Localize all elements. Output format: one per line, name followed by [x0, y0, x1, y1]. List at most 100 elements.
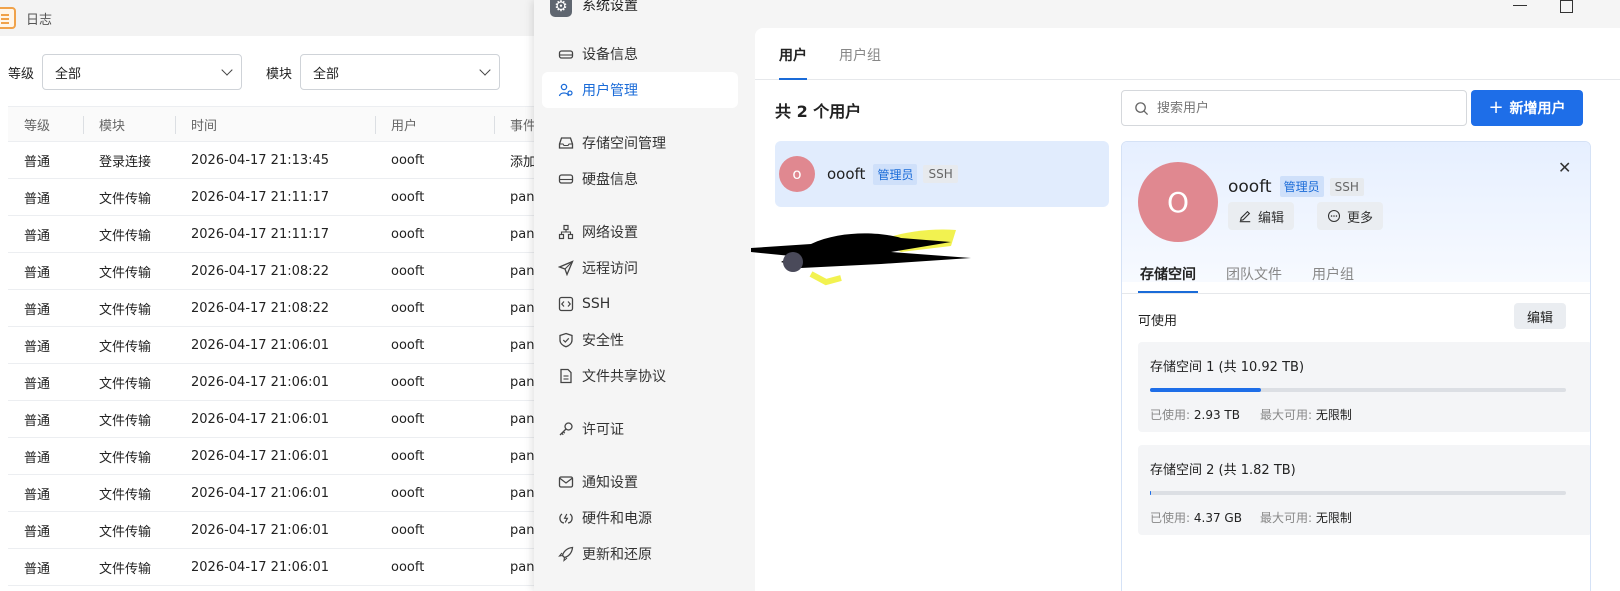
sidebar-item-mail[interactable]: 通知设置 — [542, 464, 738, 500]
sidebar-item-users[interactable]: 用户管理 — [542, 72, 738, 108]
table-row[interactable]: 普通 文件传输 2026-04-17 21:08:22 oooft pan — [8, 253, 540, 290]
table-row[interactable]: 普通 文件传输 2026-04-17 21:06:01 oooft pan — [8, 438, 540, 475]
sidebar-item-label: 网络设置 — [582, 225, 638, 241]
file-icon — [558, 368, 574, 384]
column-header-user[interactable]: 用户 — [375, 107, 494, 141]
user-detail-header: O oooft 管理员 SSH ✕ 编辑 更多 存储空间 团队文件 用户组 — [1122, 142, 1590, 294]
sidebar-item-file[interactable]: 文件共享协议 — [542, 358, 738, 394]
table-row[interactable]: 普通 文件传输 2026-04-17 21:06:01 oooft pan — [8, 327, 540, 364]
storage-max: 最大可用: 无限制 — [1260, 406, 1352, 423]
chevron-down-icon — [221, 64, 233, 76]
storage-max: 最大可用: 无限制 — [1260, 509, 1352, 526]
table-row[interactable]: 普通 文件传输 2026-04-17 21:11:17 oooft pan — [8, 216, 540, 253]
module-filter-label: 模块 — [266, 66, 293, 82]
maximize-button[interactable] — [1556, 0, 1576, 16]
tab-team-files[interactable]: 团队文件 — [1226, 260, 1282, 293]
cell-user: oooft — [391, 448, 425, 464]
sidebar-item-drive[interactable]: 设备信息 — [542, 36, 738, 72]
tab-users[interactable]: 用户 — [779, 45, 807, 80]
tab-detail-user-groups[interactable]: 用户组 — [1312, 260, 1354, 293]
cell-module: 文件传输 — [99, 191, 152, 207]
table-row[interactable]: 普通 文件传输 2026-04-17 21:06:01 oooft pan — [8, 364, 540, 401]
available-label: 可使用 — [1138, 314, 1178, 329]
user-tabs: 用户 用户组 — [755, 28, 1620, 80]
cell-level: 普通 — [24, 339, 51, 355]
log-window: 日志 等级 全部 模块 全部 等级 模块 时间 用户 事件 普通 登录连接 2026… — [0, 0, 540, 591]
admin-badge: 管理员 — [1279, 176, 1324, 197]
sidebar-item-disk[interactable]: 硬盘信息 — [542, 161, 738, 197]
avatar: O — [1138, 162, 1218, 242]
sidebar-item-label: 许可证 — [582, 422, 624, 438]
sidebar-item-code[interactable]: SSH — [542, 286, 738, 322]
cell-module: 文件传输 — [99, 265, 152, 281]
sidebar-item-storage[interactable]: 存储空间管理 — [542, 125, 738, 161]
table-row[interactable]: 普通 文件传输 2026-04-17 21:06:01 oooft pan — [8, 512, 540, 549]
storage-used: 已使用: 4.37 GB — [1150, 509, 1242, 526]
module-filter-select[interactable]: 全部 — [300, 54, 501, 90]
sidebar-item-label: 通知设置 — [582, 475, 638, 491]
module-filter-value: 全部 — [313, 66, 340, 82]
sidebar-item-send[interactable]: 远程访问 — [542, 250, 738, 286]
storage-usage-bar — [1150, 388, 1566, 392]
log-table: 等级 模块 时间 用户 事件 普通 登录连接 2026-04-17 21:13:45… — [8, 106, 540, 586]
table-row[interactable]: 普通 文件传输 2026-04-17 21:06:01 oooft pan — [8, 475, 540, 512]
user-name: oooft — [827, 165, 866, 183]
table-row[interactable]: 普通 文件传输 2026-04-17 21:06:01 oooft pan — [8, 549, 540, 586]
sidebar-item-rocket[interactable]: 更新和还原 — [542, 536, 738, 572]
table-row[interactable]: 普通 登录连接 2026-04-17 21:13:45 oooft 添加 — [8, 142, 540, 179]
log-app-icon — [0, 7, 16, 29]
table-row[interactable]: 普通 文件传输 2026-04-17 21:08:22 oooft pan — [8, 290, 540, 327]
tab-storage[interactable]: 存储空间 — [1138, 260, 1198, 293]
sidebar-item-shield[interactable]: 安全性 — [542, 322, 738, 358]
column-header-level[interactable]: 等级 — [8, 107, 83, 141]
sidebar-item-label: 安全性 — [582, 333, 624, 349]
chevron-down-icon — [479, 64, 491, 76]
edit-user-button[interactable]: 编辑 — [1228, 202, 1295, 230]
minimize-button[interactable] — [1510, 0, 1530, 16]
settings-titlebar: ⚙ 系统设置 — [534, 0, 1620, 20]
storage-usage-fill — [1150, 491, 1151, 495]
sidebar-item-network[interactable]: 网络设置 — [542, 214, 738, 250]
add-user-label: 新增用户 — [1509, 101, 1566, 117]
cell-level: 普通 — [24, 191, 51, 207]
sidebar-item-key[interactable]: 许可证 — [542, 411, 738, 447]
search-box[interactable] — [1121, 90, 1467, 126]
key-icon — [558, 421, 574, 437]
cell-level: 普通 — [24, 561, 51, 577]
column-header-time[interactable]: 时间 — [175, 107, 375, 141]
user-list-item[interactable]: o oooft 管理员 SSH — [775, 141, 1109, 207]
cell-level: 普通 — [24, 376, 51, 392]
cell-level: 普通 — [24, 228, 51, 244]
add-user-button[interactable]: + 新增用户 — [1471, 90, 1583, 126]
disk-icon — [558, 171, 574, 187]
sidebar-item-label: 用户管理 — [582, 83, 638, 99]
cell-user: oooft — [391, 300, 425, 316]
cell-time: 2026-04-17 21:11:17 — [191, 189, 330, 205]
sidebar-item-label: 文件共享协议 — [582, 369, 666, 385]
user-detail-panel: O oooft 管理员 SSH ✕ 编辑 更多 存储空间 团队文件 用户组 可使… — [1121, 141, 1591, 591]
storage-pool-title: 存储空间 1 (共 10.92 TB) — [1150, 360, 1305, 375]
column-header-module[interactable]: 模块 — [83, 107, 175, 141]
close-icon[interactable]: ✕ — [1558, 158, 1571, 177]
sidebar-item-label: 更新和还原 — [582, 547, 652, 563]
table-row[interactable]: 普通 文件传输 2026-04-17 21:06:01 oooft pan — [8, 401, 540, 438]
sidebar-item-power[interactable]: 硬件和电源 — [542, 500, 738, 536]
tab-user-groups[interactable]: 用户组 — [839, 45, 881, 79]
settings-sidebar: 设备信息用户管理存储空间管理 硬盘信息网络设置远程访问 SSH 安全性文件共享协议 许可… — [534, 36, 746, 572]
level-filter-label: 等级 — [8, 66, 35, 82]
cell-time: 2026-04-17 21:06:01 — [191, 337, 330, 353]
redaction-scribble — [751, 229, 971, 286]
cell-user: oooft — [391, 263, 425, 279]
edit-quota-button[interactable]: 编辑 — [1514, 303, 1566, 329]
search-input[interactable] — [1157, 100, 1447, 116]
sidebar-item-label: 硬件和电源 — [582, 511, 652, 527]
level-filter-select[interactable]: 全部 — [42, 54, 243, 90]
cell-level: 普通 — [24, 413, 51, 429]
max-value: 无限制 — [1315, 408, 1352, 422]
table-row[interactable]: 普通 文件传输 2026-04-17 21:11:17 oooft pan — [8, 179, 540, 216]
power-icon — [558, 510, 574, 526]
sidebar-item-label: 设备信息 — [582, 47, 638, 63]
more-button[interactable]: 更多 — [1317, 202, 1384, 230]
max-label: 最大可用: — [1260, 511, 1313, 525]
cell-time: 2026-04-17 21:06:01 — [191, 559, 330, 575]
